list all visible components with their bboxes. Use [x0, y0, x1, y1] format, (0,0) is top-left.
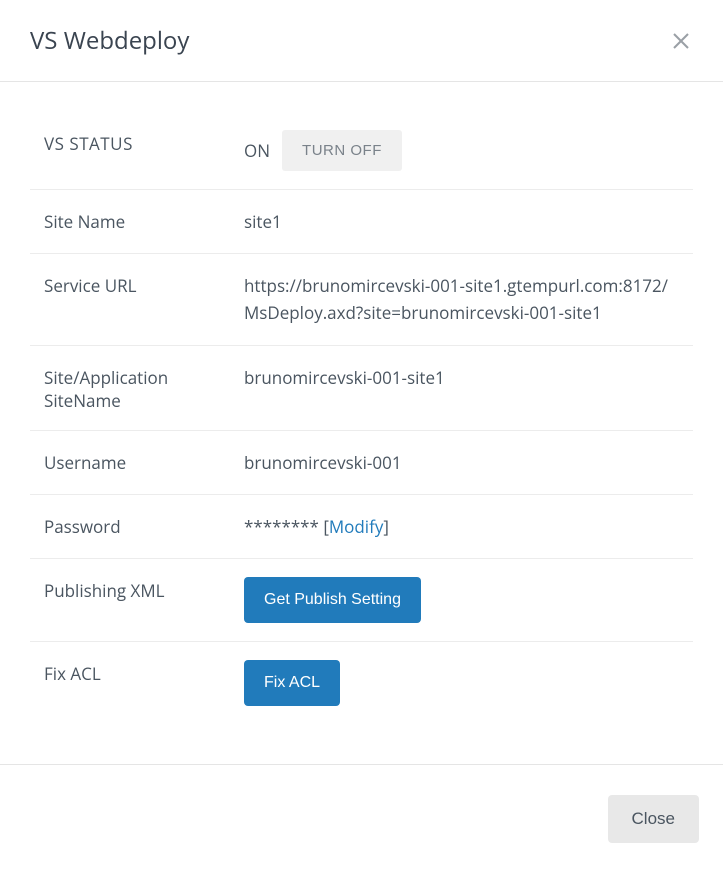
- username-label: Username: [44, 449, 244, 474]
- publishing-xml-row: Publishing XML Get Publish Setting: [30, 559, 693, 642]
- service-url-row: Service URL https://brunomircevski-001-s…: [30, 254, 693, 345]
- site-app-value: brunomircevski-001-site1: [244, 364, 679, 391]
- get-publish-setting-button[interactable]: Get Publish Setting: [244, 577, 421, 623]
- vs-status-row: VS STATUS ON TURN OFF: [30, 112, 693, 190]
- vs-status-label: VS STATUS: [44, 130, 244, 155]
- password-row: Password ******** [Modify]: [30, 495, 693, 559]
- site-name-label: Site Name: [44, 208, 244, 233]
- service-url-label: Service URL: [44, 272, 244, 297]
- turn-off-button[interactable]: TURN OFF: [282, 130, 402, 171]
- site-app-label: Site/Application SiteName: [44, 364, 244, 412]
- password-bracket-close: ]: [383, 515, 389, 538]
- close-icon[interactable]: [669, 29, 693, 53]
- modal-header: VS Webdeploy: [0, 0, 723, 82]
- vs-status-state: ON: [244, 139, 270, 162]
- service-url-value: https://brunomircevski-001-site1.gtempur…: [244, 272, 679, 326]
- username-row: Username brunomircevski-001: [30, 431, 693, 495]
- fix-acl-row: Fix ACL Fix ACL: [30, 642, 693, 724]
- site-app-row: Site/Application SiteName brunomircevski…: [30, 346, 693, 431]
- modal-footer: Close: [0, 764, 723, 873]
- modal-title: VS Webdeploy: [30, 24, 189, 57]
- password-label: Password: [44, 513, 244, 538]
- publishing-xml-label: Publishing XML: [44, 577, 244, 602]
- site-name-value: site1: [244, 208, 679, 235]
- fix-acl-label: Fix ACL: [44, 660, 244, 685]
- modal-body: VS STATUS ON TURN OFF Site Name site1 Se…: [0, 82, 723, 764]
- username-value: brunomircevski-001: [244, 449, 679, 476]
- site-name-row: Site Name site1: [30, 190, 693, 254]
- password-value: ******** [Modify]: [244, 513, 679, 540]
- close-button[interactable]: Close: [608, 795, 699, 843]
- modify-link[interactable]: Modify: [329, 515, 383, 538]
- password-bracket-open: [: [319, 515, 329, 538]
- fix-acl-button[interactable]: Fix ACL: [244, 660, 340, 706]
- password-masked: ********: [244, 515, 319, 538]
